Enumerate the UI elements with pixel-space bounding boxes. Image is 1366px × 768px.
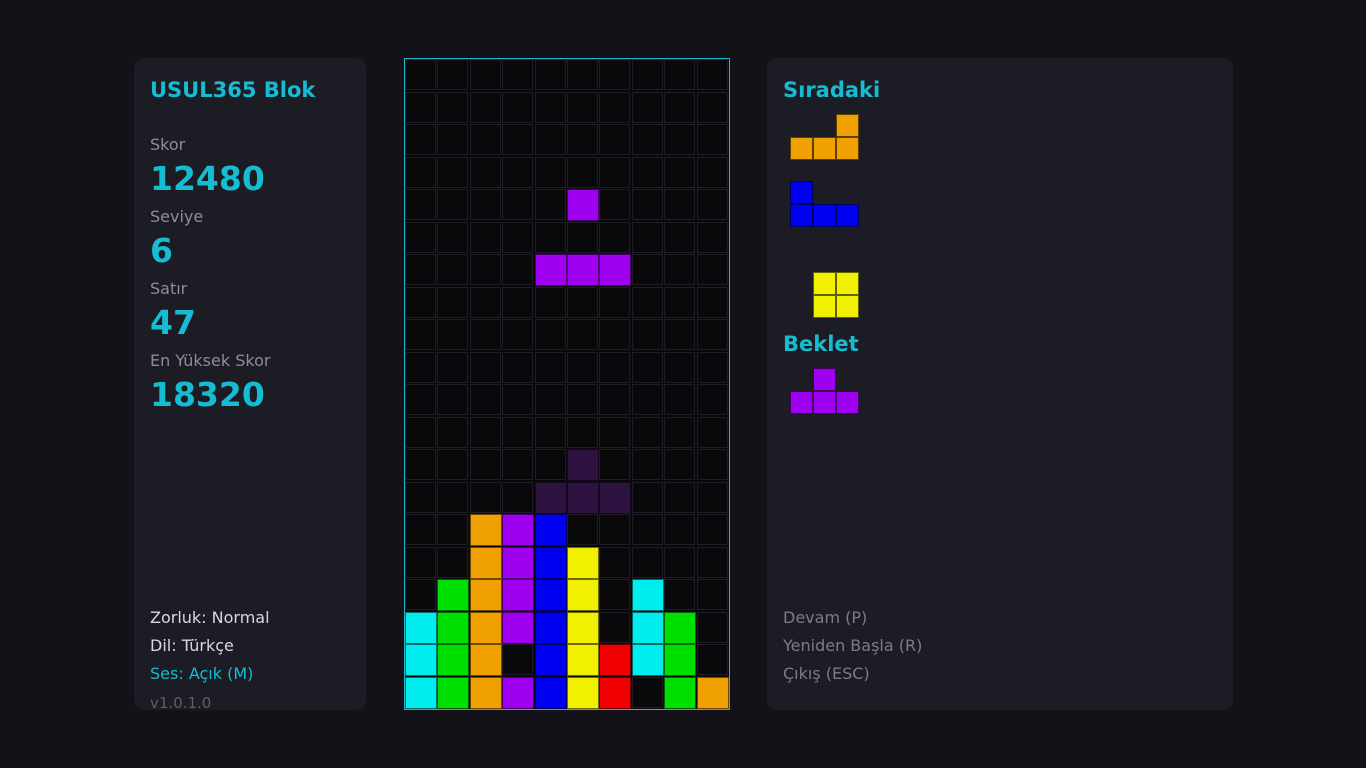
restart-button[interactable]: Yeniden Başla (R) (783, 636, 922, 655)
highscore-label: En Yüksek Skor (150, 351, 271, 370)
stats-panel: USUL365 Blok Skor 12480 Seviye 6 Satır 4… (134, 58, 366, 712)
lines-value: 47 (150, 303, 196, 342)
highscore-value: 18320 (150, 375, 265, 414)
level-label: Seviye (150, 207, 204, 226)
difficulty-setting[interactable]: Zorluk: Normal (150, 608, 270, 627)
sound-toggle[interactable]: Ses: Açık (M) (150, 664, 253, 683)
level-value: 6 (150, 231, 173, 270)
exit-button[interactable]: Çıkış (ESC) (783, 664, 870, 683)
score-value: 12480 (150, 159, 265, 198)
hold-piece-block (836, 391, 859, 414)
active-block (567, 254, 599, 286)
active-piece (405, 59, 729, 709)
score-label: Skor (150, 135, 186, 154)
active-block (567, 189, 599, 221)
active-block (599, 254, 632, 286)
resume-button[interactable]: Devam (P) (783, 608, 867, 627)
game-board[interactable] (404, 58, 730, 710)
hold-piece-block (813, 391, 836, 414)
app-title: USUL365 Blok (150, 78, 316, 102)
queue-panel: Sıradaki Beklet Devam (P) Yeniden Başla … (767, 58, 1233, 710)
version-label: v1.0.1.0 (150, 694, 212, 712)
hold-piece-block (813, 368, 836, 391)
hold-piece-block (790, 391, 813, 414)
active-block (534, 254, 567, 286)
language-setting[interactable]: Dil: Türkçe (150, 636, 234, 655)
lines-label: Satır (150, 279, 188, 298)
